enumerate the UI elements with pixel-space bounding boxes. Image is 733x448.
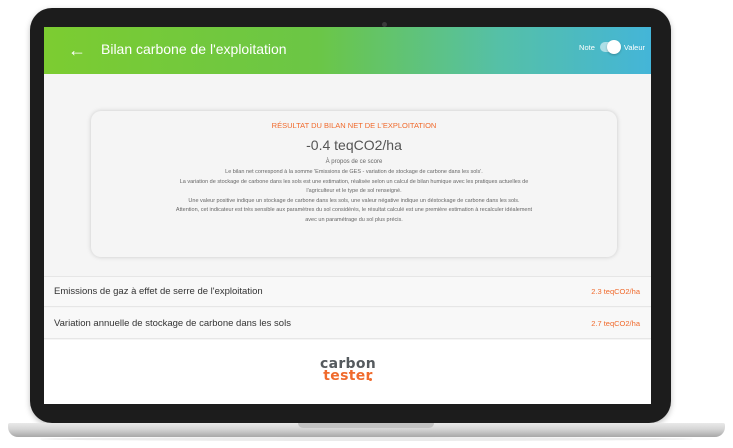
laptop-notch xyxy=(298,423,434,428)
about-title: À propos de ce score xyxy=(325,159,383,165)
carbon-tester-logo: carbon tester xyxy=(318,357,378,383)
row-label: Emissions de gaz à effet de serre de l'e… xyxy=(54,286,263,297)
result-title: RÉSULTAT DU BILAN NET DE L'EXPLOITATION xyxy=(271,121,437,130)
about-line: avec un paramétrage du sol plus précis. xyxy=(305,216,403,223)
result-value: -0.4 teqCO2/ha xyxy=(306,137,402,153)
laptop-shadow xyxy=(40,437,693,441)
about-line: Le bilan net correspond à la somme 'Emis… xyxy=(225,169,483,175)
about-line: Attention, cet indicateur est très sensi… xyxy=(175,207,533,213)
app-bar: ← Bilan carbone de l'exploitation Note V… xyxy=(44,27,651,74)
about-text: Le bilan net correspond à la somme 'Emis… xyxy=(100,168,608,225)
toggle-label-note: Note xyxy=(579,42,595,52)
toggle-knob xyxy=(606,40,621,54)
list-item-carbon-storage: Variation annuelle de stockage de carbon… xyxy=(44,308,651,339)
about-line: Une valeur positive indique un stockage … xyxy=(188,197,520,204)
toggle-label-valeur: Valeur xyxy=(623,42,645,52)
list-item-emissions: Emissions de gaz à effet de serre de l'e… xyxy=(44,276,651,307)
laptop-mockup: ← Bilan carbone de l'exploitation Note V… xyxy=(0,0,733,448)
note-value-toggle: Note Valeur xyxy=(579,40,645,54)
laptop-base xyxy=(8,423,725,437)
back-arrow-icon[interactable]: ← xyxy=(66,39,88,61)
result-card: RÉSULTAT DU BILAN NET DE L'EXPLOITATION … xyxy=(91,111,617,257)
row-value: 2.3 teqCO2/ha xyxy=(591,287,640,296)
logo-dot xyxy=(369,378,372,381)
toggle-switch[interactable] xyxy=(599,40,621,54)
row-label: Variation annuelle de stockage de carbon… xyxy=(54,317,291,329)
about-line: l'agriculteur et le type de sol renseign… xyxy=(306,188,402,194)
footer: carbon tester xyxy=(44,340,651,404)
page-title: Bilan carbone de l'exploitation xyxy=(101,41,287,57)
app-screen: ← Bilan carbone de l'exploitation Note V… xyxy=(44,27,651,404)
about-line: La variation de stockage de carbone dans… xyxy=(179,178,529,185)
row-value: 2.7 teqCO2/ha xyxy=(591,318,640,328)
